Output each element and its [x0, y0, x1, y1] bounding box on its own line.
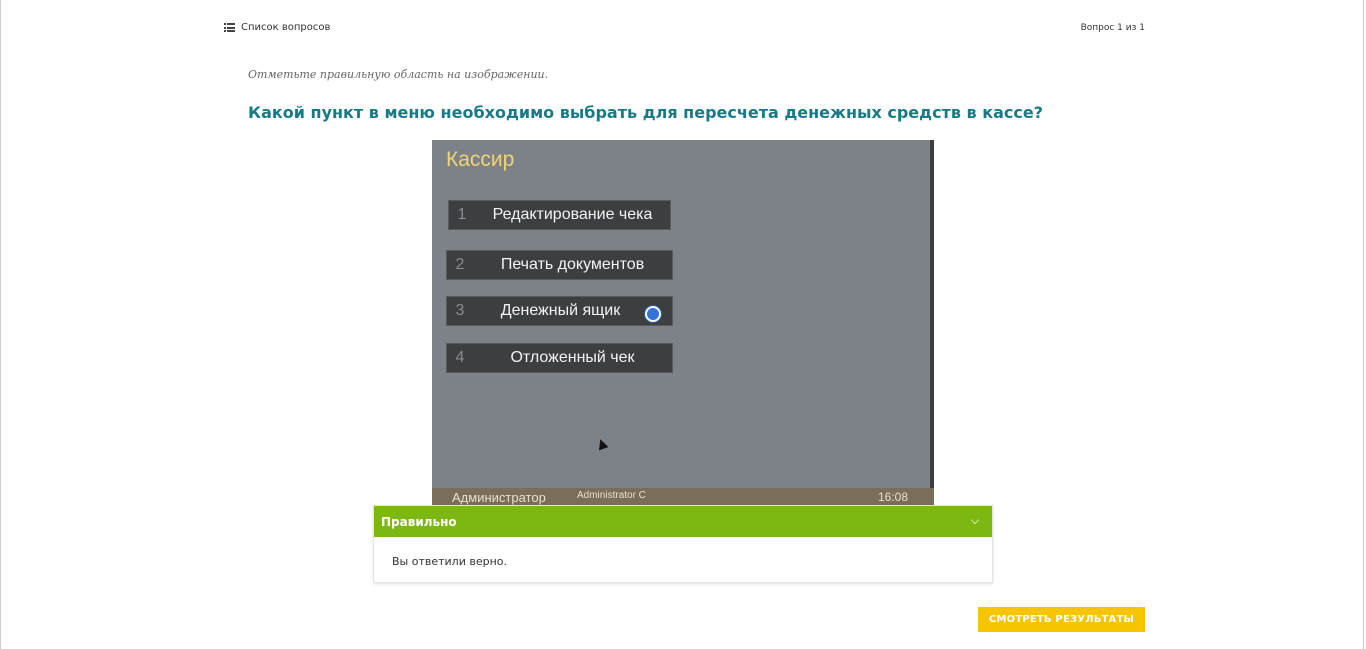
feedback-panel: Правильно Вы ответили верно.	[373, 505, 993, 583]
question-list-link[interactable]: Список вопросов	[224, 22, 330, 33]
view-results-button[interactable]: СМОТРЕТЬ РЕЗУЛЬТАТЫ	[978, 607, 1145, 632]
question-instruction: Отметьте правильную область на изображен…	[248, 68, 549, 81]
menu-item-number: 2	[455, 256, 465, 273]
menu-item-label: Денежный ящик	[500, 302, 621, 319]
feedback-header[interactable]: Правильно	[374, 506, 992, 537]
cashier-status-bar: Администратор Administrator C 16:08	[432, 488, 934, 506]
menu-item-2: 2 Печать документов	[446, 250, 673, 280]
feedback-message: Вы ответили верно.	[392, 555, 508, 568]
hotspot-image[interactable]: Кассир 1 Редактирование чека 2 Печать до…	[432, 140, 934, 506]
menu-item-number: 4	[455, 349, 465, 366]
menu-item-1: 1 Редактирование чека	[448, 200, 671, 230]
menu-item-number: 1	[457, 206, 467, 223]
question-counter: Вопрос 1 из 1	[1080, 23, 1145, 33]
image-edge	[930, 140, 934, 506]
menu-item-number: 3	[455, 302, 465, 319]
status-user: Администратор	[452, 490, 546, 505]
page-right-border	[1363, 0, 1364, 649]
chevron-down-icon[interactable]	[970, 515, 980, 525]
mouse-cursor-icon	[595, 437, 609, 451]
menu-item-label: Отложенный чек	[510, 349, 635, 366]
menu-item-label: Печать документов	[500, 256, 645, 273]
feedback-title: Правильно	[381, 514, 457, 529]
status-time: 16:08	[877, 490, 908, 504]
question-list-label: Список вопросов	[241, 22, 331, 33]
cashier-title: Кассир	[446, 148, 515, 171]
menu-item-label: Редактирование чека	[492, 206, 653, 223]
list-icon	[224, 23, 235, 32]
status-login: Administrator C	[577, 490, 646, 501]
menu-item-3: 3 Денежный ящик	[446, 296, 673, 326]
question-text: Какой пункт в меню необходимо выбрать дл…	[248, 103, 1043, 122]
menu-item-4: 4 Отложенный чек	[446, 343, 673, 373]
selected-area-marker[interactable]	[645, 306, 661, 322]
page-left-border	[0, 0, 1, 649]
